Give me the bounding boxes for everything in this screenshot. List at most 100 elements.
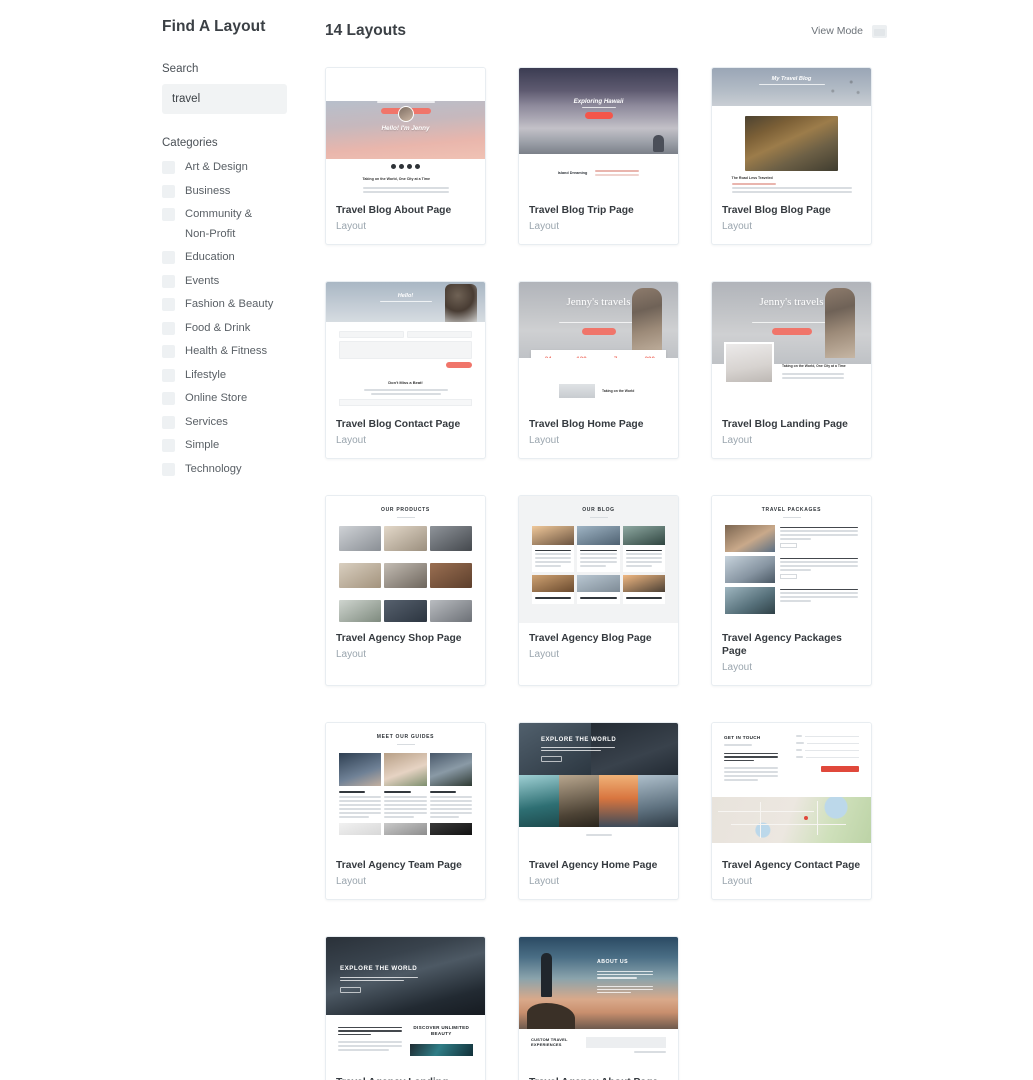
map-pin-icon xyxy=(804,815,809,820)
layout-card[interactable]: ABOUT US CUSTOM TRAVEL EXPERIENCES xyxy=(518,936,679,1080)
card-meta: Travel Agency Team Page Layout xyxy=(326,850,485,899)
grid-square-icon[interactable] xyxy=(872,24,887,38)
layout-preview-thumbnail: OUR PRODUCTS xyxy=(326,496,485,623)
category-item-technology[interactable]: Technology xyxy=(162,460,287,480)
preview-hero-title: Hello! I'm Jenny xyxy=(381,125,430,132)
category-label: Online Store xyxy=(185,392,248,404)
card-meta: Travel Blog Blog Page Layout xyxy=(712,195,871,244)
category-label: Events xyxy=(185,274,220,287)
category-item-health-fitness[interactable]: Health & Fitness xyxy=(162,342,287,362)
preview-hero-title: Jenny's travels xyxy=(759,296,824,308)
category-label: Food & Drink xyxy=(185,321,251,334)
layout-grid: Hello! I'm Jenny Taking on the World, On… xyxy=(325,67,887,1080)
checkbox-icon[interactable] xyxy=(162,368,175,382)
card-meta: Travel Agency Blog Page Layout xyxy=(519,623,678,672)
card-title: Travel Agency Team Page xyxy=(336,860,462,871)
preview-section-title: GET IN TOUCH xyxy=(724,735,761,740)
results-count: 14 Layouts xyxy=(325,22,406,39)
checkbox-icon[interactable] xyxy=(162,298,175,311)
card-title: Travel Blog Blog Page xyxy=(722,205,831,216)
preview-section-title: TRAVEL PACKAGES xyxy=(761,507,822,513)
layout-card[interactable]: OUR PRODUCTS Travel Agency Shop Page Lay… xyxy=(325,495,486,686)
checkbox-icon[interactable] xyxy=(162,392,175,405)
category-item-online-store[interactable]: Online Store xyxy=(162,389,287,409)
category-label: Business xyxy=(185,184,231,197)
card-meta: Travel Blog Contact Page Layout xyxy=(326,409,485,458)
layout-card[interactable]: Jenny's travels 34countries 130cities 7c… xyxy=(518,281,679,459)
checkbox-icon[interactable] xyxy=(162,161,175,174)
card-title: Travel Agency Packages Page xyxy=(722,633,842,657)
card-meta: Travel Blog Landing Page Layout xyxy=(712,409,871,458)
layout-card[interactable]: Hello! Don't Miss a Beat! Travel Blog Co… xyxy=(325,281,486,459)
checkbox-icon[interactable] xyxy=(162,208,175,221)
layout-preview-thumbnail: MEET OUR GUIDES xyxy=(326,723,485,850)
card-subtitle: Layout xyxy=(336,435,367,446)
page-title: Find A Layout xyxy=(162,18,266,35)
preview-body-title: DISCOVER UNLIMITED BEAUTY xyxy=(413,1025,470,1036)
card-title: Travel Agency Contact Page xyxy=(722,860,861,871)
stat-value: 34 xyxy=(542,356,554,358)
category-item-community-non-profit[interactable]: Community & Non-Profit xyxy=(162,205,287,244)
category-label: Lifestyle xyxy=(185,368,227,381)
layout-card[interactable]: Hello! I'm Jenny Taking on the World, On… xyxy=(325,67,486,245)
view-mode-control[interactable]: View Mode xyxy=(811,24,887,38)
layout-card[interactable]: Jenny's travels Taking on the World, One… xyxy=(711,281,872,459)
category-item-lifestyle[interactable]: Lifestyle xyxy=(162,366,287,386)
category-item-business[interactable]: Business xyxy=(162,182,287,202)
search-label: Search xyxy=(162,63,199,75)
checkbox-icon[interactable] xyxy=(162,251,175,264)
layout-preview-thumbnail: Hello! I'm Jenny Taking on the World, On… xyxy=(326,68,485,195)
category-item-services[interactable]: Services xyxy=(162,413,287,433)
preview-hero-title: Exploring Hawaii xyxy=(573,98,624,105)
category-label: Art & Design xyxy=(185,161,248,173)
category-item-food-drink[interactable]: Food & Drink xyxy=(162,319,287,339)
preview-hero-title: Hello! xyxy=(397,293,414,299)
layout-card[interactable]: Exploring Hawaii Island Dreaming Travel … xyxy=(518,67,679,245)
checkbox-icon[interactable] xyxy=(162,439,175,452)
layout-preview-thumbnail: ABOUT US CUSTOM TRAVEL EXPERIENCES xyxy=(519,937,678,1067)
preview-body-title: Don't Miss a Beat! xyxy=(388,380,423,385)
category-label: Health & Fitness xyxy=(185,345,268,357)
results-header: 14 Layouts View Mode xyxy=(325,18,887,44)
avatar xyxy=(397,106,414,122)
preview-contact-form xyxy=(339,331,472,368)
layout-preview-thumbnail: Jenny's travels 34countries 130cities 7c… xyxy=(519,282,678,409)
category-item-simple[interactable]: Simple xyxy=(162,436,287,456)
sidebar: Find A Layout Search travel Categories A… xyxy=(162,18,287,1080)
card-meta: Travel Agency Shop Page Layout xyxy=(326,623,485,672)
layout-card[interactable]: TRAVEL PACKAGES Travel Agency Packages P… xyxy=(711,495,872,686)
checkbox-icon[interactable] xyxy=(162,345,175,358)
category-item-fashion-beauty[interactable]: Fashion & Beauty xyxy=(162,295,287,315)
category-item-events[interactable]: Events xyxy=(162,272,287,292)
card-title: Travel Agency About Page xyxy=(529,1076,668,1080)
search-input[interactable]: travel xyxy=(162,84,287,114)
card-subtitle: Layout xyxy=(336,221,367,232)
stat-value: 130 xyxy=(576,356,586,358)
layout-preview-thumbnail: GET IN TOUCH xyxy=(712,723,871,850)
layout-card[interactable]: My Travel Blog The Road Less Traveled Tr… xyxy=(711,67,872,245)
category-label: Simple xyxy=(185,439,220,451)
card-meta: Travel Blog Home Page Layout xyxy=(519,409,678,458)
card-title: Travel Blog Landing Page xyxy=(722,419,848,430)
layout-card[interactable]: OUR BLOG Travel Agency Blog Page Layout xyxy=(518,495,679,686)
preview-hero-title: ABOUT US xyxy=(597,959,629,965)
layout-card[interactable]: MEET OUR GUIDES Travel Agency Team Page … xyxy=(325,722,486,900)
checkbox-icon[interactable] xyxy=(162,274,175,288)
checkbox-icon[interactable] xyxy=(162,462,175,476)
preview-stats: 34countries 130cities 7continents 200pho… xyxy=(531,350,666,358)
stat-value: 7 xyxy=(609,356,623,358)
category-item-art-design[interactable]: Art & Design xyxy=(162,158,287,178)
category-item-education[interactable]: Education xyxy=(162,248,287,268)
card-subtitle: Layout xyxy=(722,221,753,232)
checkbox-icon[interactable] xyxy=(162,321,175,335)
checkbox-icon[interactable] xyxy=(162,415,175,429)
carousel-dots[interactable] xyxy=(326,164,485,169)
card-meta: Travel Agency Home Page Layout xyxy=(519,850,678,899)
view-mode-label: View Mode xyxy=(811,25,863,37)
layout-card[interactable]: EXPLORE THE WORLD xyxy=(325,936,486,1080)
layout-card[interactable]: EXPLORE THE WORLD xyxy=(518,722,679,900)
layout-card[interactable]: GET IN TOUCH Travel Agency Contact Page … xyxy=(711,722,872,900)
checkbox-icon[interactable] xyxy=(162,184,175,198)
layout-browser-page: Find A Layout Search travel Categories A… xyxy=(0,0,1033,1080)
card-meta: Travel Agency Packages Page Layout xyxy=(712,623,871,685)
